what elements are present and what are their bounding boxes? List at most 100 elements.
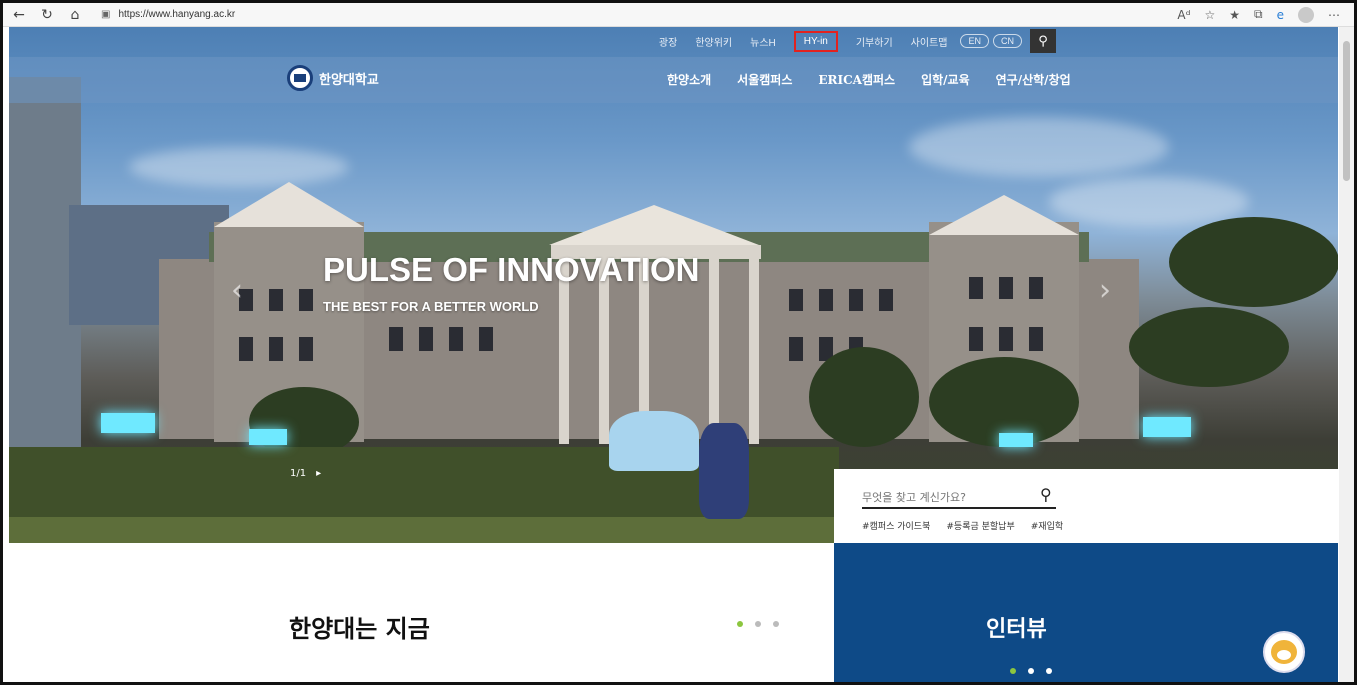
interview-title: 인터뷰: [986, 617, 1047, 642]
window: [269, 289, 283, 311]
pillar: [709, 259, 719, 444]
util-link-sitemap[interactable]: 사이트맵: [911, 34, 948, 49]
interview-carousel-dots: [1010, 668, 1052, 674]
carousel-dot[interactable]: [1028, 668, 1034, 674]
lang-en-button[interactable]: EN: [960, 34, 989, 48]
utility-nav: 광장 한양위키 뉴스H HY-in 기부하기 사이트맵 EN CN ⚲: [9, 27, 1338, 55]
stage-light: [1143, 417, 1191, 437]
interview-section: 인터뷰: [834, 543, 1338, 682]
menu-item-admission[interactable]: 입학/교육: [921, 71, 970, 88]
now-section: 한양대는 지금: [9, 543, 834, 682]
hero-banner: 광장 한양위키 뉴스H HY-in 기부하기 사이트맵 EN CN ⚲ 한양대학…: [9, 27, 1338, 543]
util-link-hy-in[interactable]: HY-in: [793, 30, 838, 52]
home-icon[interactable]: ⌂: [63, 4, 87, 26]
cloud: [1049, 177, 1249, 227]
main-menu: 한양소개 서울캠퍼스 ERICA캠퍼스 입학/교육 연구/산학/창업: [667, 71, 1097, 88]
now-carousel-dots: [737, 621, 779, 627]
search-icon[interactable]: ⚲: [1030, 29, 1056, 53]
window: [389, 327, 403, 351]
util-link-donate[interactable]: 기부하기: [856, 34, 893, 49]
search-panel: ⚲ #캠퍼스 가이드북 #등록금 분할납부 #재입학: [834, 469, 1338, 543]
profile-icon[interactable]: [1298, 6, 1314, 23]
carousel-dot[interactable]: [1010, 668, 1016, 674]
lawn: [9, 517, 839, 543]
search-input[interactable]: [862, 487, 1056, 509]
stage-light: [249, 429, 287, 445]
right-gable: [929, 195, 1079, 235]
university-seal-icon: [287, 65, 313, 91]
window: [299, 289, 313, 311]
browser-toolbar: ← ↻ ⌂ ▣ https://www.hanyang.ac.kr Aᵈ ☆ ★…: [3, 3, 1354, 27]
stage-light: [999, 433, 1033, 447]
window: [789, 337, 803, 361]
window: [789, 289, 803, 311]
window: [299, 337, 313, 361]
page-scrollbar[interactable]: [1339, 27, 1354, 682]
prev-slide-icon[interactable]: ‹: [231, 273, 243, 308]
window: [239, 337, 253, 361]
browser-window: ← ↻ ⌂ ▣ https://www.hanyang.ac.kr Aᵈ ☆ ★…: [0, 0, 1357, 685]
left-gable: [214, 182, 364, 227]
dancer-hanbok: [699, 423, 749, 519]
center-pediment: [549, 205, 759, 245]
pillar: [749, 259, 759, 444]
add-favorite-icon[interactable]: ☆: [1205, 8, 1216, 22]
window: [999, 327, 1013, 351]
util-link-wiki[interactable]: 한양위키: [695, 34, 732, 49]
tag-readmission[interactable]: #재입학: [1031, 519, 1063, 532]
pine-tree: [1169, 217, 1338, 307]
cloud: [129, 147, 349, 187]
mascot-chatbot-icon[interactable]: [1263, 631, 1305, 673]
util-link-news[interactable]: 뉴스H: [750, 34, 776, 49]
menu-item-erica[interactable]: ERICA캠퍼스: [818, 71, 895, 88]
stage-light: [101, 413, 155, 433]
window: [269, 337, 283, 361]
window: [969, 327, 983, 351]
scroll-thumb[interactable]: [1343, 41, 1350, 181]
window: [849, 289, 863, 311]
play-icon[interactable]: ▸: [316, 468, 321, 479]
carousel-dot[interactable]: [1046, 668, 1052, 674]
logo-text: 한양대학교: [319, 72, 379, 88]
back-arrow-icon[interactable]: ←: [7, 4, 31, 26]
logo[interactable]: 한양대학교: [287, 65, 379, 91]
url-text[interactable]: https://www.hanyang.ac.kr: [118, 9, 235, 20]
window: [819, 289, 833, 311]
carousel-dot[interactable]: [737, 621, 743, 627]
address-bar[interactable]: ▣ https://www.hanyang.ac.kr: [101, 9, 235, 20]
window: [1029, 327, 1043, 351]
menu-item-seoul[interactable]: 서울캠퍼스: [737, 71, 792, 88]
window: [449, 327, 463, 351]
edge-icon[interactable]: e: [1277, 8, 1284, 22]
tree: [809, 347, 919, 447]
pine-tree: [1129, 307, 1289, 387]
now-section-title: 한양대는 지금: [289, 615, 430, 643]
collections-icon[interactable]: ⧉: [1254, 7, 1263, 22]
window: [879, 289, 893, 311]
search-tags: #캠퍼스 가이드북 #등록금 분할납부 #재입학: [862, 519, 1063, 532]
lock-icon: ▣: [101, 9, 111, 20]
lang-cn-button[interactable]: CN: [993, 34, 1022, 48]
hero-subtitle: THE BEST FOR A BETTER WORLD: [323, 299, 539, 314]
tag-tuition-installment[interactable]: #등록금 분할납부: [946, 519, 1014, 532]
dancer-robe: [609, 411, 699, 471]
util-link-plaza[interactable]: 광장: [659, 34, 677, 49]
favorites-icon[interactable]: ★: [1229, 8, 1240, 22]
window: [969, 277, 983, 299]
window: [1029, 277, 1043, 299]
main-nav: 한양대학교 한양소개 서울캠퍼스 ERICA캠퍼스 입학/교육 연구/산학/창업: [9, 57, 1338, 103]
menu-item-research[interactable]: 연구/산학/창업: [996, 71, 1071, 88]
tag-campus-guide[interactable]: #캠퍼스 가이드북: [862, 519, 930, 532]
carousel-dot[interactable]: [755, 621, 761, 627]
window: [419, 327, 433, 351]
cloud: [909, 117, 1169, 177]
next-slide-icon[interactable]: ›: [1099, 273, 1111, 308]
browser-actions: Aᵈ ☆ ★ ⧉ e ⋯: [1177, 6, 1340, 23]
menu-item-about[interactable]: 한양소개: [667, 71, 711, 88]
carousel-dot[interactable]: [773, 621, 779, 627]
read-aloud-icon[interactable]: Aᵈ: [1177, 8, 1190, 22]
slide-counter: 1/1: [290, 468, 307, 479]
more-icon[interactable]: ⋯: [1328, 8, 1340, 22]
search-submit-icon[interactable]: ⚲: [1040, 485, 1052, 504]
refresh-icon[interactable]: ↻: [35, 4, 59, 26]
